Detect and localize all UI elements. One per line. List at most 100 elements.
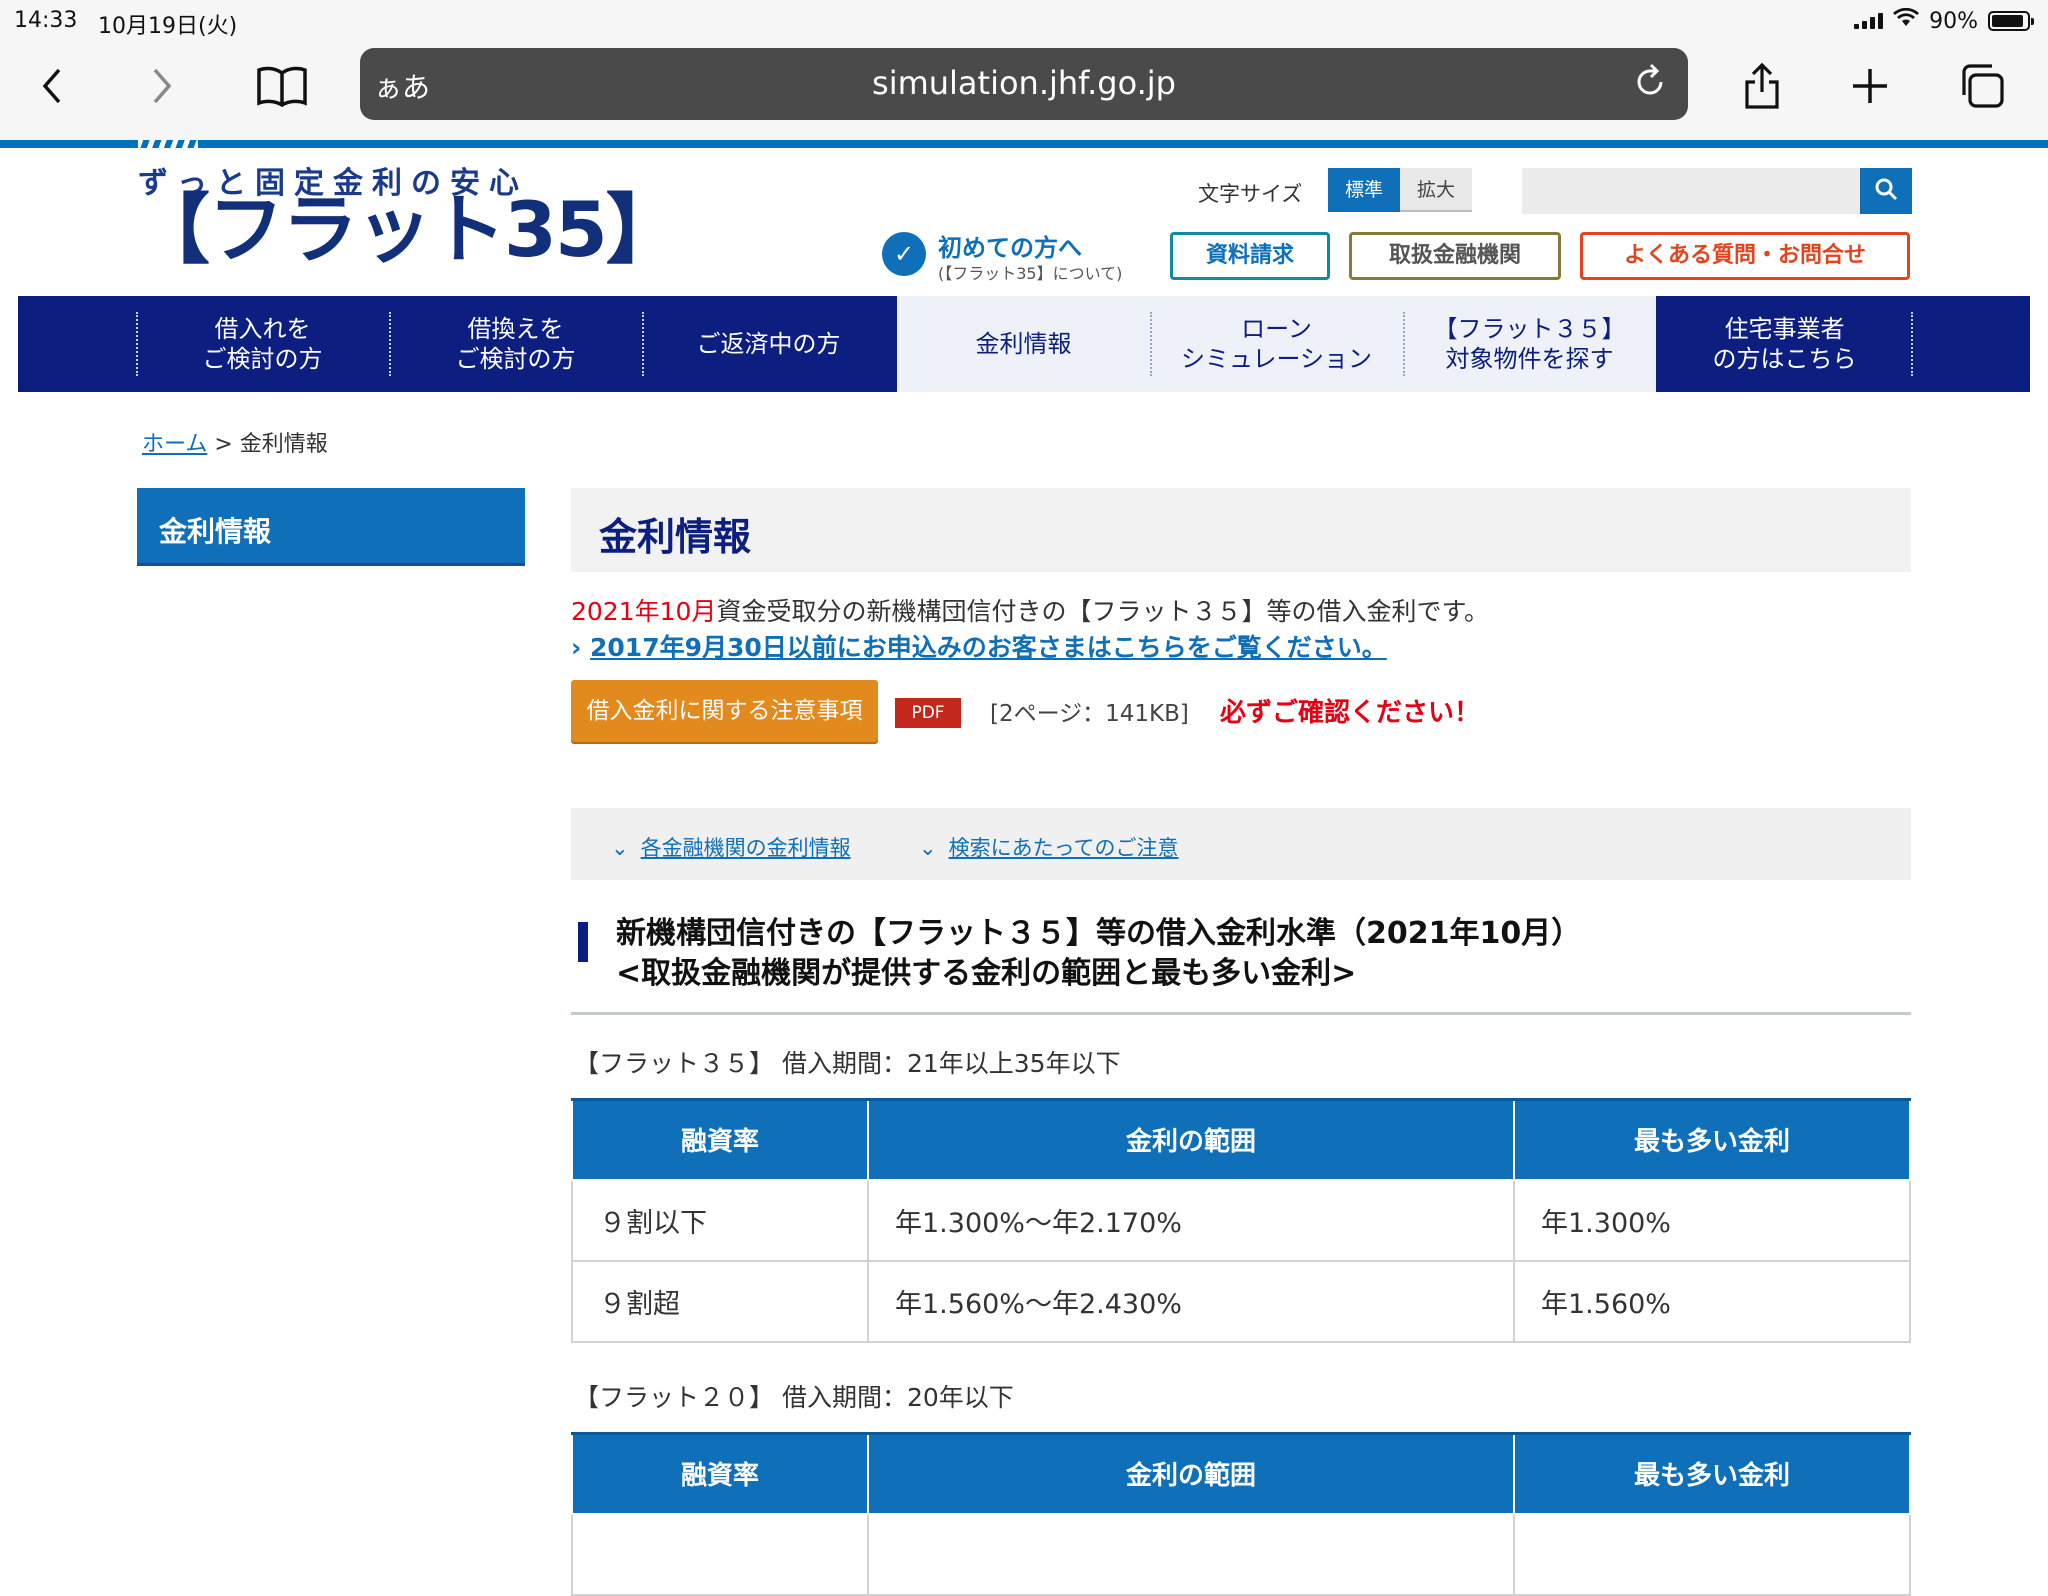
old-applications-link[interactable]: › 2017年9月30日以前にお申込みのお客さまはこちらをご覧ください。 xyxy=(571,628,1387,664)
page-title: 金利情報 xyxy=(571,488,1911,572)
flat20-caption: 【フラット２０】 借入期間：20年以下 xyxy=(574,1383,1014,1412)
battery-percent: 90% xyxy=(1929,8,1978,34)
breadcrumb-current: 金利情報 xyxy=(239,432,328,457)
reload-icon[interactable] xyxy=(1634,62,1666,107)
site-search-input[interactable] xyxy=(1522,168,1860,214)
header-top-line xyxy=(0,140,2048,148)
pdf-info: [2ページ：141KB] xyxy=(990,701,1189,727)
table-row: ９割超 年1.560%～年2.430% 年1.560% xyxy=(571,1259,1911,1343)
request-docs-button[interactable]: 資料請求 xyxy=(1170,232,1330,280)
breadcrumb-home[interactable]: ホーム xyxy=(142,432,207,457)
header-stripes xyxy=(138,140,198,150)
nav-label: 金利情報 xyxy=(975,330,1072,358)
status-time: 14:33 xyxy=(14,8,78,33)
cell-range xyxy=(867,1512,1515,1596)
nav-divider xyxy=(642,312,644,376)
intro-rest: 資金受取分の新機構団信付きの【フラット３５】等の借入金利です。 xyxy=(716,597,1489,626)
nav-divider xyxy=(1403,312,1405,376)
breadcrumb-sep: > xyxy=(207,432,240,457)
cell-most-common: 年1.560% xyxy=(1513,1259,1911,1343)
nav-find-property[interactable]: 【フラット３５】 対象物件を探す xyxy=(1403,296,1656,392)
table-row xyxy=(571,1512,1911,1596)
search-button[interactable] xyxy=(1860,168,1912,214)
anchor-search-notes-label: 検索にあたってのご注意 xyxy=(948,836,1179,860)
address-bar[interactable]: ぁあ simulation.jhf.go.jp xyxy=(360,48,1688,120)
nav-refinancing[interactable]: 借換えを ご検討の方 xyxy=(389,296,642,392)
battery-icon xyxy=(1988,11,2034,31)
anchor-bank-rates-label: 各金融機関の金利情報 xyxy=(640,836,851,860)
nav-interest-rates[interactable]: 金利情報 xyxy=(897,296,1150,392)
share-icon[interactable] xyxy=(1732,58,1792,114)
heading-bar xyxy=(578,922,588,962)
table-row: ９割以下 年1.300%～年2.170% 年1.300% xyxy=(571,1178,1911,1262)
cell-ltv xyxy=(571,1512,869,1596)
font-size-label: 文字サイズ xyxy=(1198,182,1303,206)
bookmarks-icon[interactable] xyxy=(252,58,312,114)
col-range: 金利の範囲 xyxy=(867,1098,1515,1181)
nav-repaying[interactable]: ご返済中の方 xyxy=(642,296,895,392)
rate-notes-button[interactable]: 借入金利に関する注意事項 xyxy=(571,680,878,742)
cellular-signal-icon xyxy=(1854,13,1884,29)
old-applications-link-text: 2017年9月30日以前にお申込みのお客さまはこちらをご覧ください。 xyxy=(590,633,1387,662)
chevron-down-icon: ⌄ xyxy=(919,836,937,860)
col-range: 金利の範囲 xyxy=(867,1432,1515,1515)
must-confirm-note: 必ずご確認ください！ xyxy=(1220,698,1481,728)
nav-label: 借換えを ご検討の方 xyxy=(455,315,576,373)
flat35-rate-table: 融資率 金利の範囲 最も多い金利 ９割以下 年1.300%～年2.170% 年1… xyxy=(571,1098,1911,1343)
first-time-link[interactable]: 初めての方へ xyxy=(938,228,1082,263)
heading-divider xyxy=(571,1012,1911,1015)
nav-label: 【フラット３５】 対象物件を探す xyxy=(1433,315,1626,373)
cell-ltv: ９割以下 xyxy=(571,1178,869,1262)
anchor-links: ⌄ 各金融機関の金利情報 ⌄ 検索にあたってのご注意 xyxy=(571,808,1911,880)
back-icon[interactable] xyxy=(22,58,82,114)
col-ltv: 融資率 xyxy=(571,1098,869,1181)
forward-icon[interactable] xyxy=(132,58,192,114)
font-size-standard-button[interactable]: 標準 xyxy=(1328,168,1400,212)
url-text: simulation.jhf.go.jp xyxy=(872,64,1176,102)
rates-heading: 新機構団信付きの【フラット３５】等の借入金利水準（2021年10月） <取扱金融… xyxy=(616,914,1581,994)
first-time-sub: (【フラット35】について) xyxy=(938,264,1123,283)
global-nav: 借入れを ご検討の方 借換えを ご検討の方 ご返済中の方 金利情報 ローン シミ… xyxy=(18,296,2030,392)
financial-institutions-button[interactable]: 取扱金融機関 xyxy=(1349,232,1561,280)
nav-label: 借入れを ご検討の方 xyxy=(202,315,323,373)
nav-divider xyxy=(1150,312,1152,376)
nav-divider xyxy=(389,312,391,376)
table-header-row: 融資率 金利の範囲 最も多い金利 xyxy=(571,1432,1911,1515)
status-right: 90% xyxy=(1854,7,2034,34)
chevron-right-icon: › xyxy=(571,633,591,662)
tabs-icon[interactable] xyxy=(1952,58,2012,114)
breadcrumb: ホーム > 金利情報 xyxy=(142,426,328,458)
site-logo[interactable]: 【フラット35】 xyxy=(134,190,682,270)
col-ltv: 融資率 xyxy=(571,1432,869,1515)
search-icon xyxy=(1874,177,1898,205)
wifi-icon xyxy=(1893,7,1920,34)
col-most-common: 最も多い金利 xyxy=(1513,1098,1911,1181)
nav-loan-simulation[interactable]: ローン シミュレーション xyxy=(1150,296,1403,392)
cell-range: 年1.560%～年2.430% xyxy=(867,1259,1515,1343)
faq-contact-button[interactable]: よくある質問・お問合せ xyxy=(1580,232,1910,280)
status-bar: 14:33 10月19日(火) 90% xyxy=(0,0,2048,42)
chevron-down-icon: ⌄ xyxy=(611,836,629,860)
new-tab-icon[interactable] xyxy=(1840,58,1900,114)
anchor-search-notes[interactable]: ⌄ 検索にあたってのご注意 xyxy=(919,832,1179,862)
cell-most-common: 年1.300% xyxy=(1513,1178,1911,1262)
cell-most-common xyxy=(1513,1512,1911,1596)
nav-borrowing[interactable]: 借入れを ご検討の方 xyxy=(136,296,389,392)
status-date: 10月19日(火) xyxy=(98,14,238,39)
beginner-mark-icon: ✓ xyxy=(882,232,926,276)
intro-text: 2021年10月資金受取分の新機構団信付きの【フラット３５】等の借入金利です。 xyxy=(571,592,1489,628)
rates-heading-line1: 新機構団信付きの【フラット３５】等の借入金利水準（2021年10月） xyxy=(616,916,1582,951)
anchor-bank-rates[interactable]: ⌄ 各金融機関の金利情報 xyxy=(611,832,851,862)
rates-heading-line2: <取扱金融機関が提供する金利の範囲と最も多い金利> xyxy=(616,956,1357,991)
cell-ltv: ９割超 xyxy=(571,1259,869,1343)
intro-month: 2021年10月 xyxy=(571,597,717,626)
table-header-row: 融資率 金利の範囲 最も多い金利 xyxy=(571,1098,1911,1181)
font-size-large-button[interactable]: 拡大 xyxy=(1400,168,1472,212)
sidebar-item-interest-rates[interactable]: 金利情報 xyxy=(137,488,525,566)
nav-label: ローン シミュレーション xyxy=(1180,315,1373,373)
col-most-common: 最も多い金利 xyxy=(1513,1432,1911,1515)
flat35-caption: 【フラット３５】 借入期間：21年以上35年以下 xyxy=(574,1049,1121,1078)
flat20-rate-table: 融資率 金利の範囲 最も多い金利 xyxy=(571,1432,1911,1596)
pdf-icon: PDF xyxy=(895,698,961,728)
nav-builders[interactable]: 住宅事業者 の方はこちら xyxy=(1658,296,1911,392)
